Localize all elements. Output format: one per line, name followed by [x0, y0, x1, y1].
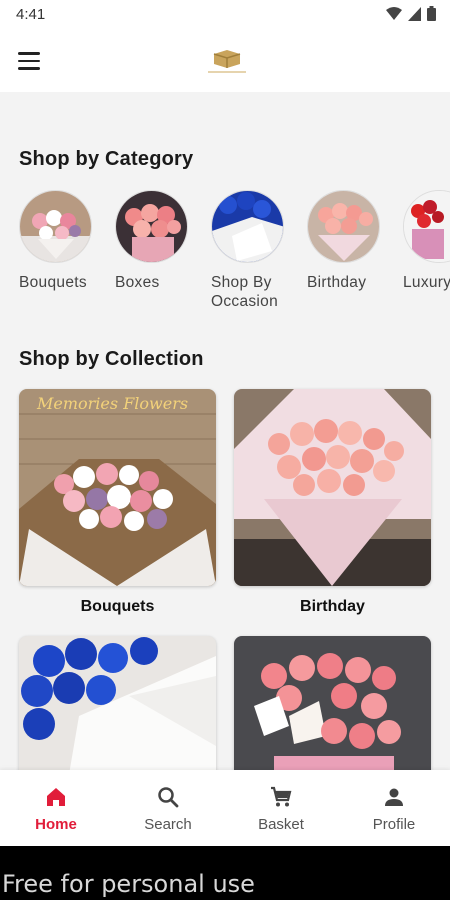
app-bar: [0, 30, 450, 92]
bottom-navigation: Home Search Basket Profile: [0, 770, 450, 846]
nav-profile[interactable]: Profile: [338, 784, 450, 833]
bouquets-collection-image: Memories Flowers: [19, 389, 216, 586]
nav-basket[interactable]: Basket: [225, 784, 337, 833]
luxury-thumb: [403, 190, 450, 263]
birthday-thumb: [307, 190, 380, 263]
category-section-title: Shop by Category: [19, 148, 194, 170]
bouquet-thumb: [19, 190, 92, 263]
nav-label: Profile: [372, 816, 416, 833]
category-label: Luxury Box: [403, 274, 450, 291]
signal-icon: [408, 6, 421, 21]
status-icons: [386, 6, 436, 21]
status-time: 4:41: [16, 6, 46, 23]
search-icon: [158, 787, 179, 808]
wifi-icon: [386, 6, 402, 20]
watermark-bar: Free for personal use: [0, 846, 450, 900]
category-luxury-box[interactable]: Luxury Box: [403, 190, 450, 292]
birthday-collection-image: [234, 389, 431, 586]
category-carousel[interactable]: Bouquets Boxes Shop By Occasion Birthday…: [0, 190, 450, 320]
category-birthday[interactable]: Birthday: [307, 190, 397, 292]
category-boxes[interactable]: Boxes: [115, 190, 205, 292]
category-shop-by-occasion[interactable]: Shop By Occasion: [211, 190, 301, 311]
home-icon: [47, 788, 65, 806]
battery-icon: [427, 6, 436, 21]
watermark-text: Free for personal use: [2, 870, 255, 898]
category-label: Birthday: [307, 274, 367, 291]
collection-label: Birthday: [300, 598, 365, 615]
overlay-text: Memories Flowers: [36, 394, 188, 413]
brand-logo: [208, 50, 246, 73]
occasion-thumb: [211, 190, 284, 263]
collection-section-title: Shop by Collection: [19, 348, 204, 370]
nav-label: Basket: [258, 816, 304, 833]
category-label: Shop By Occasion: [211, 274, 279, 310]
collection-card-bouquets[interactable]: Memories Flowers: [19, 389, 216, 586]
status-bar: 4:41: [0, 0, 450, 30]
category-label: Boxes: [115, 274, 160, 291]
category-bouquets[interactable]: Bouquets: [19, 190, 109, 292]
collection-card-birthday[interactable]: [234, 389, 431, 586]
nav-label: Search: [144, 816, 192, 833]
cart-icon: [271, 786, 292, 807]
nav-search[interactable]: Search: [112, 784, 224, 833]
nav-label: Home: [35, 816, 77, 833]
nav-home[interactable]: Home: [0, 784, 112, 833]
box-thumb: [115, 190, 188, 263]
hamburger-menu-icon[interactable]: [18, 48, 44, 74]
collection-label: Bouquets: [80, 598, 155, 615]
person-icon: [385, 788, 403, 806]
category-label: Bouquets: [19, 274, 87, 291]
